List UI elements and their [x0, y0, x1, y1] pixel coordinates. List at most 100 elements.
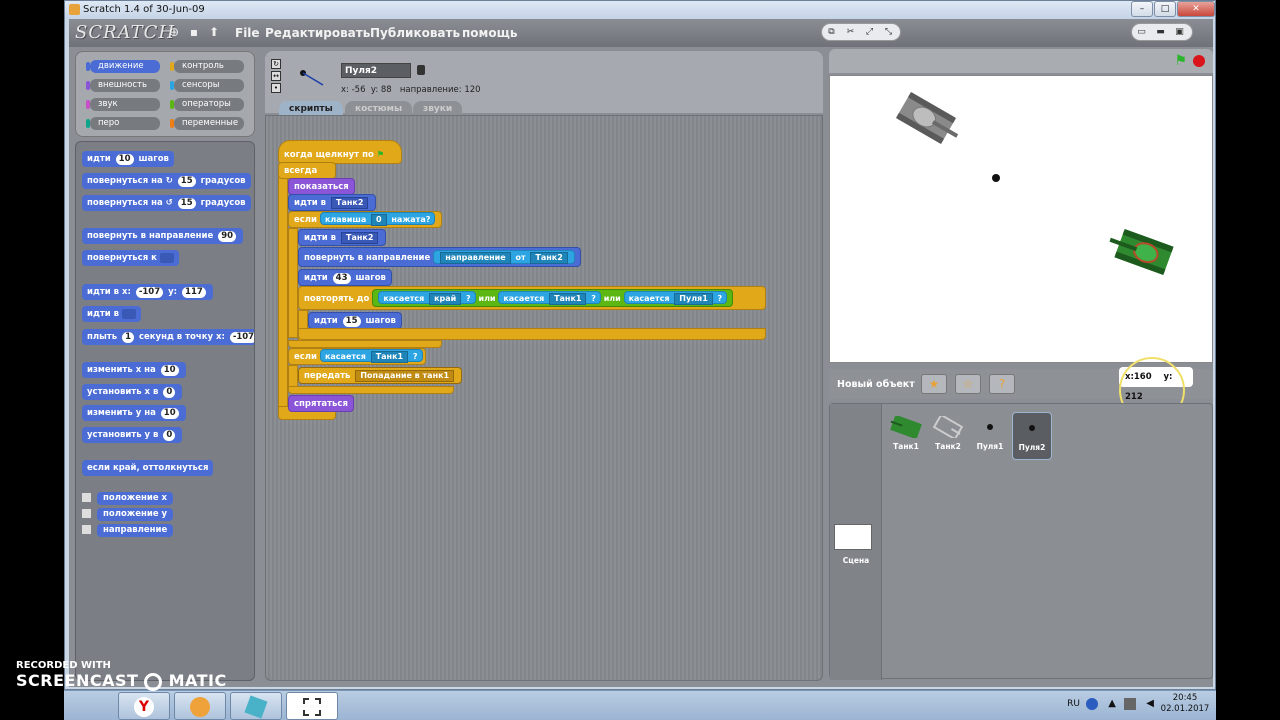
- network-icon[interactable]: [1124, 698, 1136, 710]
- tray-arrow-icon[interactable]: ▲: [1108, 698, 1116, 709]
- menu-file[interactable]: File: [235, 26, 260, 40]
- sensing-touching-edge[interactable]: касается край ?: [378, 291, 476, 305]
- stage-thumbnail[interactable]: Сцена: [830, 404, 882, 680]
- block-turn-right[interactable]: повернуться на ↻ 15 градусов: [82, 173, 251, 189]
- forever-arm: [278, 164, 288, 416]
- block-goto-xy[interactable]: идти в x: -107 y: 117: [82, 284, 213, 300]
- block-glide[interactable]: плыть 1 секунд в точку x: -107 y:: [82, 329, 254, 345]
- category-sound[interactable]: звук: [86, 98, 160, 111]
- sensing-touching-bullet1[interactable]: касается Пуля1 ?: [623, 291, 728, 305]
- grow-icon[interactable]: ⤢: [860, 24, 879, 40]
- category-variables[interactable]: переменные: [170, 117, 244, 130]
- yandex-browser-icon[interactable]: Y: [118, 692, 170, 720]
- bullet2-sprite[interactable]: [992, 174, 1000, 182]
- window-title: Scratch 1.4 of 30-Jun-09: [83, 4, 205, 15]
- tank1-sprite[interactable]: [1105, 226, 1174, 275]
- block-point-towards[interactable]: повернуться к: [82, 250, 179, 266]
- stop-sign-icon[interactable]: [1193, 55, 1205, 67]
- presentation-icon[interactable]: ▣: [1170, 24, 1189, 40]
- block-bounce[interactable]: если край, оттолкнуться: [82, 460, 214, 476]
- sprite-list: Сцена Танк1 Танк2 Пуля1 Пуля2: [829, 403, 1213, 680]
- delete-icon[interactable]: ✂: [841, 24, 860, 40]
- block-goto[interactable]: идти в: [82, 306, 142, 322]
- reporter-x-position[interactable]: положение x: [82, 492, 174, 505]
- block-turn-left[interactable]: повернуться на ↺ 15 градусов: [82, 195, 251, 211]
- green-flag-icon[interactable]: ⚑: [1174, 53, 1187, 69]
- sprite-name-field[interactable]: Пуля2: [341, 63, 411, 78]
- block-if-touching[interactable]: если касается Танк1 ?: [288, 348, 426, 365]
- block-change-y[interactable]: изменить у на 10: [82, 405, 186, 421]
- reporter-y-position[interactable]: положение y: [82, 508, 174, 521]
- small-stage-icon[interactable]: ▭: [1132, 24, 1151, 40]
- choose-sprite-icon[interactable]: ☆: [955, 374, 981, 394]
- category-looks[interactable]: внешность: [86, 79, 160, 92]
- block-change-x[interactable]: изменить х на 10: [82, 362, 186, 378]
- category-control[interactable]: контроль: [170, 60, 244, 73]
- block-repeat-until[interactable]: повторять до касается край ? или касаетс…: [298, 286, 766, 310]
- screen-capture-icon[interactable]: [286, 692, 338, 720]
- rotate-left-icon: ↺: [165, 198, 173, 208]
- reporter-checkbox[interactable]: [82, 509, 91, 518]
- block-forever[interactable]: всегда: [278, 162, 336, 179]
- block-hide[interactable]: спрятаться: [288, 395, 354, 412]
- rotate-style-icon[interactable]: ↻: [271, 59, 281, 69]
- block-show[interactable]: показаться: [288, 178, 355, 195]
- language-indicator[interactable]: RU: [1067, 699, 1080, 709]
- app-icon: [69, 4, 80, 15]
- menu-publish[interactable]: Публиковать: [370, 26, 460, 40]
- block-point-direction[interactable]: повернуть в направление 90: [82, 228, 244, 244]
- if2-bottom: [288, 386, 454, 394]
- minimize-button[interactable]: –: [1131, 1, 1153, 17]
- menu-edit[interactable]: Редактировать: [265, 26, 370, 40]
- block-goto-tank2[interactable]: идти в Танк2: [288, 194, 377, 211]
- or-operator[interactable]: касается край ? или касается Танк1 ? или…: [372, 289, 734, 307]
- reporter-checkbox[interactable]: [82, 493, 91, 502]
- block-set-y[interactable]: установить у в 0: [82, 427, 183, 443]
- category-sensing[interactable]: сенсоры: [170, 79, 244, 92]
- close-button[interactable]: ✕: [1177, 1, 1215, 17]
- tank2-sprite[interactable]: [895, 92, 965, 149]
- block-when-flag-clicked[interactable]: когда щелкнут по ⚑: [278, 140, 402, 164]
- category-pen[interactable]: перо: [86, 117, 160, 130]
- reporter-checkbox[interactable]: [82, 525, 91, 534]
- block-move[interactable]: идти 10 шагов: [82, 151, 174, 167]
- block-point-direction[interactable]: повернуть в направление направление от Т…: [298, 247, 581, 267]
- clock[interactable]: 20:45 02.01.2017: [1160, 693, 1210, 715]
- paint-sprite-icon[interactable]: ★: [921, 374, 947, 394]
- help-icon[interactable]: [1086, 698, 1098, 710]
- menu-help[interactable]: помощь: [462, 26, 517, 40]
- volume-icon[interactable]: ◀: [1146, 698, 1154, 709]
- lock-icon[interactable]: [417, 65, 425, 75]
- share-icon[interactable]: ⬆: [207, 25, 221, 39]
- sprite-tank1[interactable]: Танк1: [886, 412, 926, 460]
- block-move-15[interactable]: идти 15 шагов: [308, 312, 402, 329]
- maximize-button[interactable]: □: [1154, 1, 1176, 17]
- random-sprite-icon[interactable]: ?: [989, 374, 1015, 394]
- sprite-bullet2[interactable]: Пуля2: [1012, 412, 1052, 460]
- block-set-x[interactable]: установить х в 0: [82, 384, 183, 400]
- shrink-icon[interactable]: ⤡: [879, 24, 898, 40]
- sensing-touching-tank1-if[interactable]: касается Танк1 ?: [319, 349, 423, 363]
- sprite-tank2[interactable]: Танк2: [928, 412, 968, 460]
- sensing-attribute-of[interactable]: направление от Танк2: [433, 250, 575, 264]
- block-if-key[interactable]: если клавиша 0 нажата?: [288, 211, 442, 228]
- block-move-43[interactable]: идти 43 шагов: [298, 269, 392, 286]
- duplicate-icon[interactable]: ⧉: [822, 24, 841, 40]
- stage[interactable]: [829, 75, 1213, 363]
- sprite-bullet1[interactable]: Пуля1: [970, 412, 1010, 460]
- scratch-taskbar-icon[interactable]: [174, 692, 226, 720]
- category-operators[interactable]: операторы: [170, 98, 244, 111]
- scripts-area: когда щелкнут по ⚑ всегда показаться идт…: [265, 115, 823, 681]
- no-rotate-icon[interactable]: •: [271, 83, 281, 93]
- block-broadcast[interactable]: передать Попадание в танк1: [298, 367, 463, 384]
- flip-style-icon[interactable]: ↔: [271, 71, 281, 81]
- sensing-key-pressed[interactable]: клавиша 0 нажата?: [319, 212, 436, 226]
- notes-taskbar-icon[interactable]: [230, 692, 282, 720]
- sensing-touching-tank1[interactable]: касается Танк1 ?: [498, 291, 601, 305]
- normal-stage-icon[interactable]: ▬: [1151, 24, 1170, 40]
- category-motion[interactable]: движение: [86, 60, 160, 73]
- reporter-direction[interactable]: направление: [82, 524, 174, 537]
- block-goto-tank2-inner[interactable]: идти в Танк2: [298, 229, 387, 246]
- globe-icon[interactable]: ⊕: [167, 25, 181, 39]
- save-icon[interactable]: ▪: [187, 25, 201, 39]
